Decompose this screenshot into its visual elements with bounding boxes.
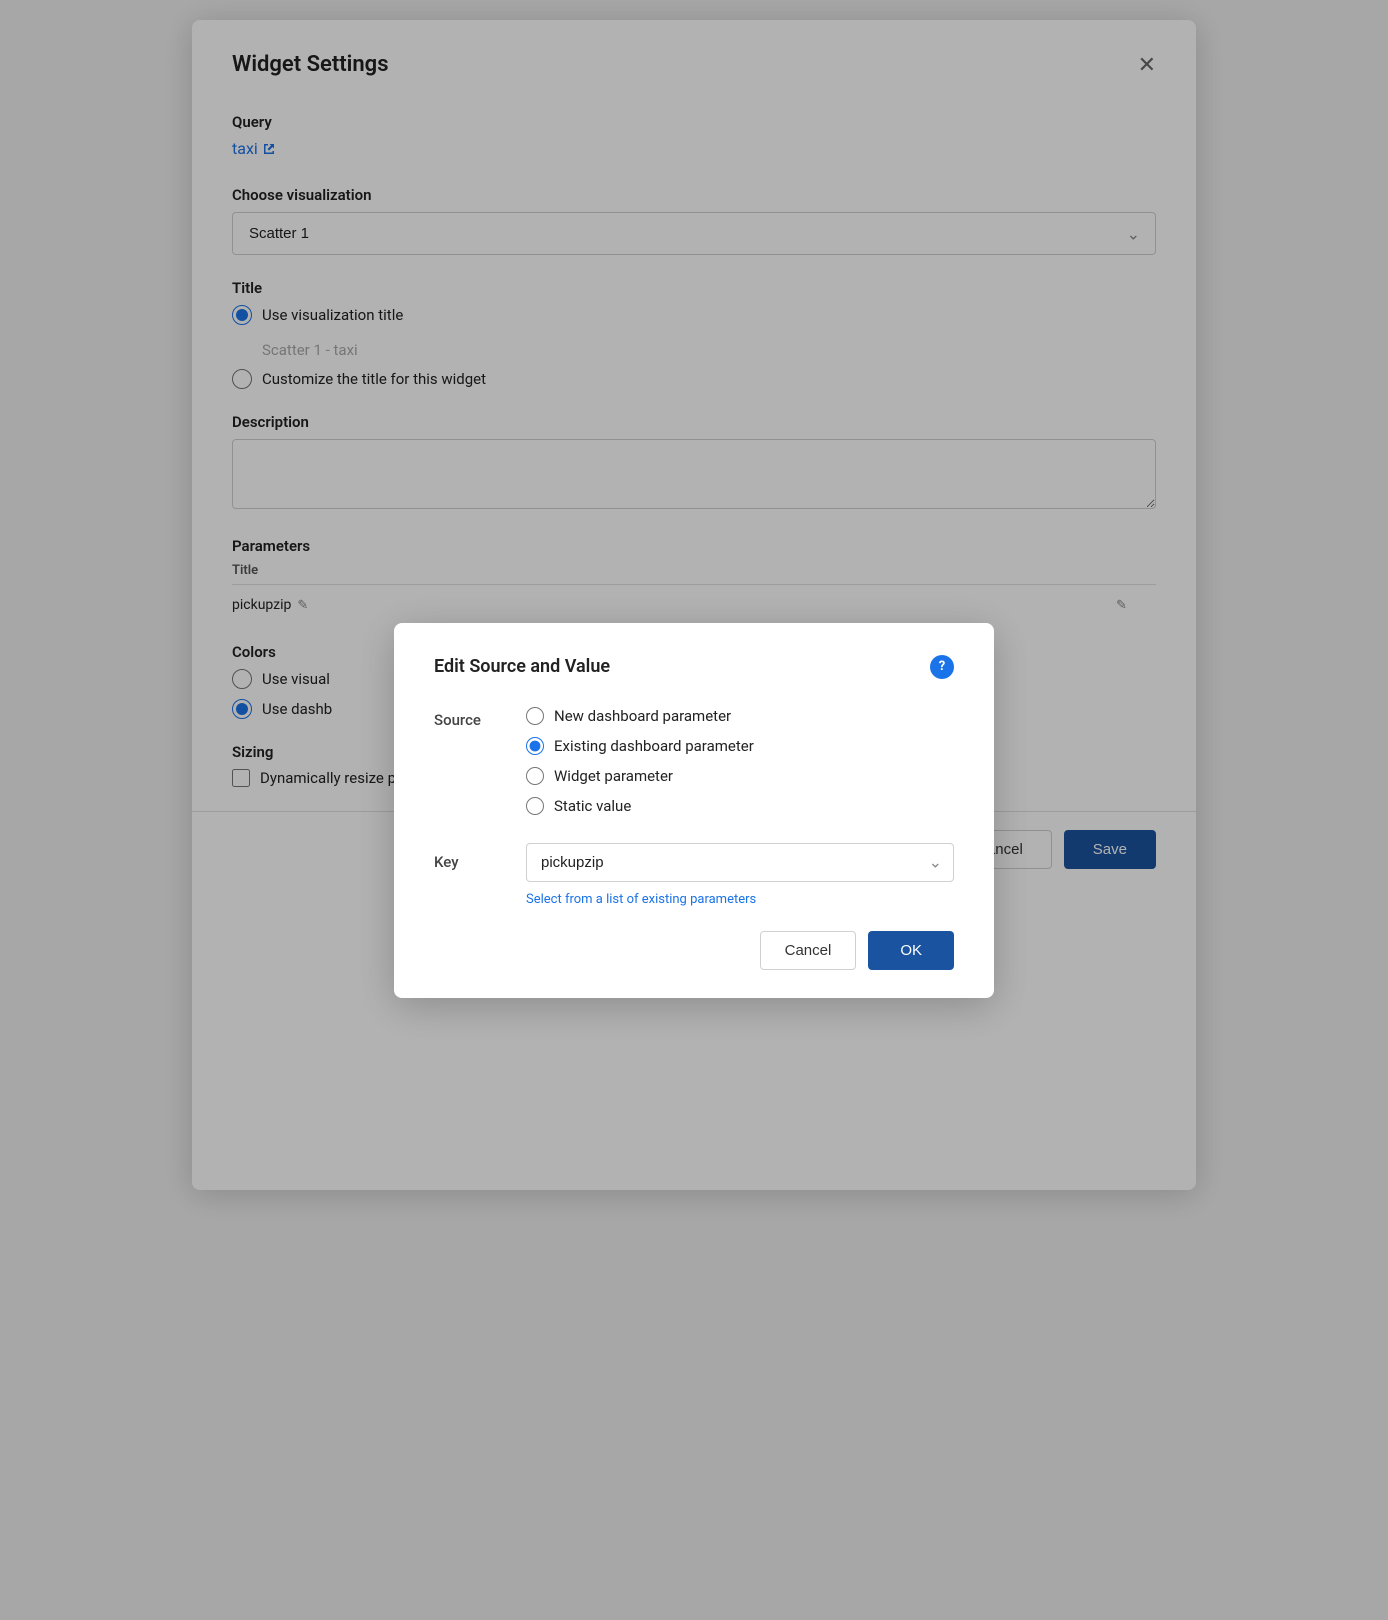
help-icon[interactable]: ? (930, 655, 954, 679)
key-select-input[interactable] (526, 843, 954, 882)
source-label: Source (434, 707, 494, 815)
overlay: Edit Source and Value ? Source New dashb… (0, 0, 1388, 1620)
key-select-wrapper: ⌄ (526, 843, 954, 882)
edit-source-value-dialog: Edit Source and Value ? Source New dashb… (394, 623, 994, 998)
inner-dialog-title: Edit Source and Value (434, 656, 610, 677)
static-value-radio[interactable] (526, 797, 544, 815)
widget-param-radio[interactable] (526, 767, 544, 785)
key-label: Key (434, 843, 494, 871)
new-dashboard-param-radio[interactable] (526, 707, 544, 725)
static-value-option[interactable]: Static value (526, 797, 754, 815)
inner-dialog-header: Edit Source and Value ? (434, 655, 954, 679)
static-value-label: Static value (554, 797, 631, 815)
key-hint: Select from a list of existing parameter… (526, 892, 954, 907)
new-dashboard-param-label: New dashboard parameter (554, 707, 731, 725)
inner-dialog-footer: Cancel OK (434, 931, 954, 970)
existing-dashboard-param-label: Existing dashboard parameter (554, 737, 754, 755)
widget-param-option[interactable]: Widget parameter (526, 767, 754, 785)
source-row: Source New dashboard parameter Existing … (434, 707, 954, 815)
widget-param-label: Widget parameter (554, 767, 673, 785)
new-dashboard-param-option[interactable]: New dashboard parameter (526, 707, 754, 725)
key-row: Key ⌄ (434, 843, 954, 882)
existing-dashboard-param-option[interactable]: Existing dashboard parameter (526, 737, 754, 755)
dialog-ok-button[interactable]: OK (868, 931, 954, 970)
source-options: New dashboard parameter Existing dashboa… (526, 707, 754, 815)
dialog-cancel-button[interactable]: Cancel (760, 931, 857, 970)
existing-dashboard-param-radio[interactable] (526, 737, 544, 755)
